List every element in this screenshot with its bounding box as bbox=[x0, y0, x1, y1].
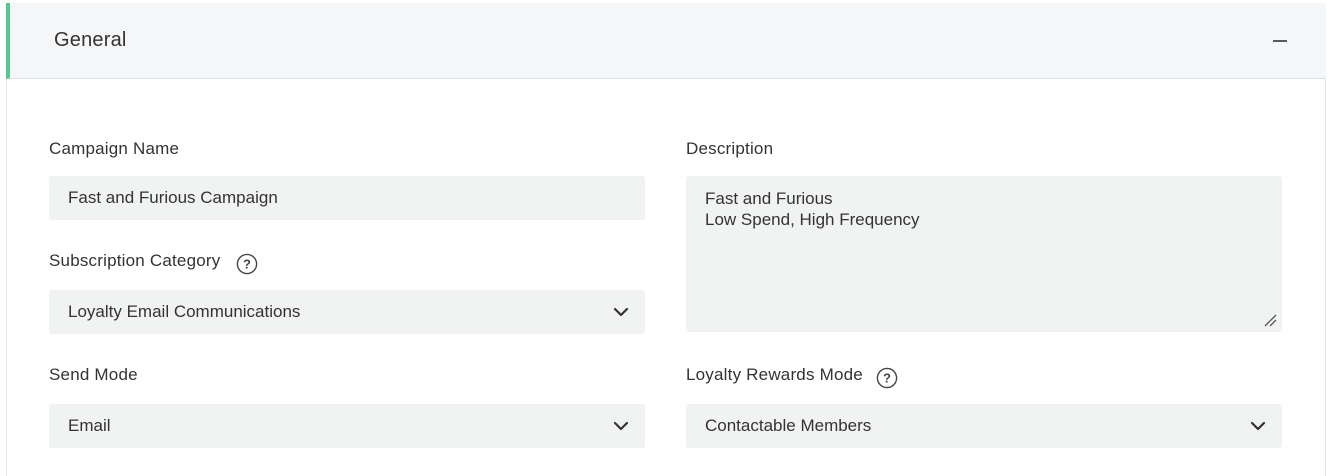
description-line-2: Low Spend, High Frequency bbox=[705, 210, 920, 229]
chevron-down-icon bbox=[1250, 418, 1266, 434]
campaign-name-value: Fast and Furious Campaign bbox=[68, 188, 278, 207]
general-panel: General Campaign Name Fast and Furious C… bbox=[6, 3, 1326, 476]
loyalty-rewards-mode-label: Loyalty Rewards Mode bbox=[686, 365, 863, 384]
send-mode-value: Email bbox=[68, 416, 111, 435]
send-mode-label: Send Mode bbox=[49, 365, 138, 384]
subscription-category-value: Loyalty Email Communications bbox=[68, 302, 301, 321]
loyalty-rewards-mode-value: Contactable Members bbox=[705, 416, 872, 435]
description-line-1: Fast and Furious bbox=[705, 189, 833, 208]
campaign-name-input[interactable]: Fast and Furious Campaign bbox=[49, 176, 645, 220]
chevron-down-icon bbox=[613, 418, 629, 434]
subscription-category-label: Subscription Category bbox=[49, 251, 221, 270]
question-circle-icon[interactable]: ? bbox=[876, 367, 898, 389]
chevron-down-icon bbox=[613, 304, 629, 320]
subscription-category-select[interactable]: Loyalty Email Communications bbox=[49, 290, 645, 334]
svg-text:?: ? bbox=[883, 371, 891, 386]
minus-icon bbox=[1273, 40, 1287, 42]
campaign-name-label: Campaign Name bbox=[49, 139, 180, 158]
panel-title: General bbox=[54, 29, 127, 51]
collapse-button[interactable] bbox=[1268, 29, 1292, 53]
description-label: Description bbox=[686, 139, 774, 158]
loyalty-rewards-mode-select[interactable]: Contactable Members bbox=[686, 404, 1282, 448]
svg-text:?: ? bbox=[243, 257, 251, 272]
question-circle-icon[interactable]: ? bbox=[236, 253, 258, 275]
resize-handle-icon[interactable] bbox=[1263, 313, 1277, 327]
panel-header[interactable]: General bbox=[6, 3, 1326, 79]
description-textarea[interactable]: Fast and Furious Low Spend, High Frequen… bbox=[686, 176, 1282, 332]
send-mode-select[interactable]: Email bbox=[49, 404, 645, 448]
